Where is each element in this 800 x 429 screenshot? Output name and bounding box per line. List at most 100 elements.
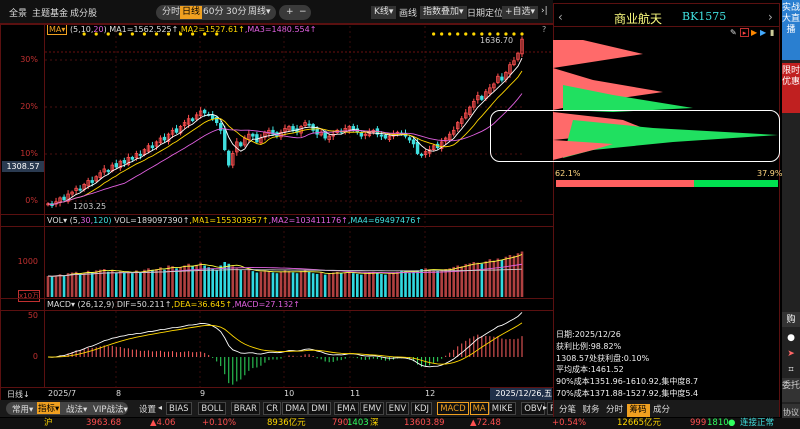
user-icon[interactable]: ● bbox=[782, 330, 800, 344]
volume-bar bbox=[315, 273, 319, 297]
period-weekly[interactable]: 周线▾ bbox=[246, 6, 273, 19]
zoom-in-button[interactable]: + bbox=[284, 6, 296, 19]
volume-bar bbox=[255, 272, 259, 297]
candle bbox=[239, 142, 243, 147]
group-indicator[interactable]: 指标▾ bbox=[37, 402, 61, 414]
promo-button[interactable]: 限时优惠 bbox=[782, 63, 800, 113]
volume-bar bbox=[400, 270, 403, 297]
volume-bar bbox=[82, 272, 86, 297]
panel-tab[interactable]: 分时 bbox=[603, 404, 626, 417]
candle bbox=[255, 134, 259, 143]
chip-info-line: 日期:2025/12/26 bbox=[556, 330, 621, 339]
volume-bar bbox=[520, 251, 524, 297]
profit-loss-bar bbox=[556, 180, 778, 187]
signal-dot bbox=[432, 32, 436, 36]
next-icon[interactable]: › bbox=[768, 10, 773, 24]
indicator-dmi[interactable]: DMI bbox=[308, 402, 331, 415]
indicator-obv[interactable]: OBV bbox=[521, 402, 546, 415]
volume-bar bbox=[251, 271, 255, 297]
rocket-icon[interactable]: ➤ bbox=[782, 346, 800, 360]
panel-tab[interactable]: 筹码 bbox=[626, 404, 650, 417]
crop-icon[interactable]: ⌗ bbox=[782, 362, 800, 376]
candle bbox=[190, 118, 195, 122]
indicator-env[interactable]: ENV bbox=[385, 402, 410, 415]
signal-dot bbox=[440, 32, 444, 36]
volume-bar bbox=[114, 272, 118, 297]
tab-theme-fund[interactable]: 主题基金 bbox=[32, 6, 68, 19]
sh-down: 1403 bbox=[347, 418, 369, 428]
candle bbox=[307, 123, 311, 126]
scroll-left-icon[interactable]: ◂ bbox=[158, 403, 162, 412]
volume-bar bbox=[62, 276, 66, 297]
indicator-mike[interactable]: MIKE bbox=[488, 402, 516, 415]
panel-tab[interactable]: 财务 bbox=[580, 404, 603, 417]
indicator-toolbar: 常用▾ 指标▾ 战法▾ VIP战法▾ 设置 ◂ BIAS BOLL BRAR CR DM… bbox=[0, 400, 593, 417]
indicator-cr[interactable]: CR bbox=[263, 402, 282, 415]
index-overlay-dropdown[interactable]: 指数叠加▾ bbox=[420, 6, 467, 19]
period-30min[interactable]: 30分 bbox=[224, 6, 248, 19]
candle bbox=[106, 170, 110, 172]
ma20-line bbox=[47, 93, 523, 206]
collapse-icon[interactable]: ›| bbox=[541, 6, 548, 16]
indicator-ma[interactable]: MA bbox=[469, 402, 489, 415]
add-watchlist-button[interactable]: +自选▾ bbox=[502, 6, 539, 19]
indicator-dma[interactable]: DMA bbox=[282, 402, 309, 415]
draw-line-button[interactable]: 画线 bbox=[399, 6, 417, 19]
signal-dot bbox=[118, 32, 122, 36]
volume-bar bbox=[392, 272, 395, 297]
axis-line bbox=[44, 24, 45, 387]
protocol-button[interactable]: 协议 bbox=[782, 404, 800, 418]
tab-overview[interactable]: 全景 bbox=[9, 6, 27, 19]
flag-orange-icon[interactable]: ▶ bbox=[751, 28, 757, 37]
volume-bar bbox=[472, 262, 476, 297]
volume-bar bbox=[311, 273, 315, 297]
flag-icon[interactable]: ▸ bbox=[740, 28, 749, 37]
indicator-macd[interactable]: MACD bbox=[437, 402, 469, 415]
panel-tab[interactable]: 分笔 bbox=[556, 404, 579, 417]
period-intraday[interactable]: 分时 bbox=[160, 6, 182, 19]
signal-dot bbox=[472, 32, 476, 36]
kline-chart[interactable] bbox=[0, 24, 553, 400]
indicator-emv[interactable]: EMV bbox=[359, 402, 385, 415]
volume-bar bbox=[267, 271, 271, 297]
group-common[interactable]: 常用▾ bbox=[12, 403, 33, 415]
sz-label: 深 bbox=[370, 418, 379, 428]
signal-dot bbox=[166, 32, 171, 36]
panel-tab[interactable]: 成分 bbox=[650, 404, 673, 417]
flag-blue-icon[interactable]: ▶ bbox=[760, 28, 766, 37]
settings-button[interactable]: 设置 bbox=[139, 403, 156, 415]
entrust-button[interactable]: 委托 bbox=[782, 378, 800, 402]
indicator-bias[interactable]: BIAS bbox=[166, 402, 192, 415]
volume-bar bbox=[235, 268, 239, 297]
volume-bar bbox=[227, 263, 231, 297]
period-daily[interactable]: 日线 bbox=[180, 6, 203, 19]
candle bbox=[130, 156, 135, 160]
volume-bar bbox=[339, 273, 343, 297]
scroll-right-icon[interactable]: ▸ bbox=[543, 403, 547, 412]
volume-bar bbox=[127, 271, 130, 297]
sh-label: 沪 bbox=[44, 418, 53, 428]
group-vip[interactable]: VIP战法▾ bbox=[93, 403, 128, 415]
date-locate-button[interactable]: 日期定位 bbox=[467, 6, 503, 19]
candle bbox=[210, 114, 215, 120]
group-strategy[interactable]: 战法▾ bbox=[66, 403, 87, 415]
volume-bar bbox=[231, 266, 235, 297]
prev-icon[interactable]: ‹ bbox=[558, 10, 563, 24]
period-mode[interactable]: 日线↓ bbox=[7, 389, 30, 400]
volume-bar bbox=[436, 271, 439, 297]
volume-bar bbox=[432, 270, 435, 297]
candle bbox=[223, 129, 227, 151]
clipboard-icon[interactable]: ▮ bbox=[770, 28, 774, 37]
indicator-brar[interactable]: BRAR bbox=[230, 402, 260, 415]
indicator-boll[interactable]: BOLL bbox=[198, 402, 227, 415]
live-button[interactable]: 实战大直播 bbox=[782, 0, 800, 60]
pencil-icon[interactable]: ✎ bbox=[730, 28, 737, 37]
period-60min[interactable]: 60分 bbox=[201, 6, 225, 19]
indicator-kdj[interactable]: KDJ bbox=[411, 402, 433, 415]
indicator-ema[interactable]: EMA bbox=[334, 402, 359, 415]
tab-constituents[interactable]: 成分股 bbox=[70, 6, 97, 19]
buy-button[interactable]: 购 bbox=[782, 312, 800, 327]
signal-dot bbox=[488, 32, 492, 36]
zoom-out-button[interactable]: − bbox=[297, 6, 309, 19]
kline-dropdown[interactable]: K线▾ bbox=[371, 6, 397, 19]
